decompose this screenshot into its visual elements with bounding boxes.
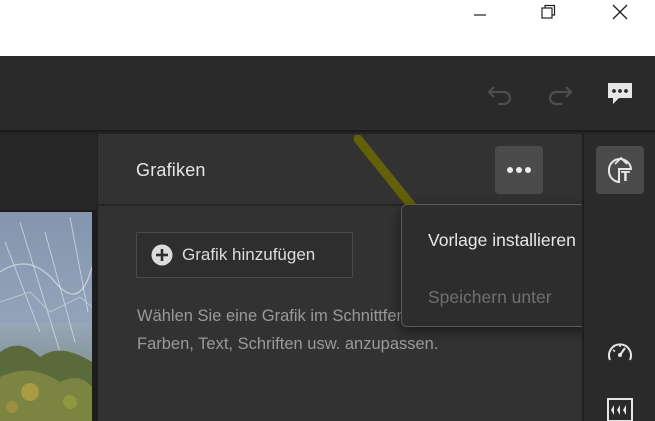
undo-button[interactable] (484, 78, 516, 110)
video-preview-image[interactable] (0, 212, 92, 421)
preview-area (0, 134, 97, 421)
right-tool-rail: T (582, 134, 655, 421)
add-graphic-label: Grafik hinzufügen (182, 245, 316, 264)
minimize-button[interactable] (457, 0, 503, 24)
close-button[interactable] (597, 0, 643, 24)
preview-header (0, 134, 97, 210)
description-line: Farben, Text, Schriften usw. anzupassen. (137, 335, 439, 353)
panel-header: Grafiken (98, 134, 583, 206)
graphics-tool-button[interactable]: T (596, 146, 644, 194)
feedback-button[interactable] (603, 78, 637, 110)
feedback-icon (608, 83, 632, 104)
audio-tool-button[interactable] (606, 396, 634, 421)
plus-circle-icon (151, 244, 173, 266)
speed-tool-button[interactable] (606, 339, 634, 367)
top-toolbar (0, 56, 655, 132)
redo-icon (548, 86, 573, 106)
add-graphic-button[interactable]: Grafik hinzufügen (136, 232, 353, 278)
more-icon (507, 167, 531, 173)
undo-icon (487, 86, 512, 106)
menu-item-save-as[interactable]: Speichern unter (428, 287, 552, 308)
svg-text:T: T (621, 170, 630, 185)
landscape-image (0, 212, 92, 421)
audio-track-icon (607, 398, 633, 421)
window-titlebar (0, 0, 655, 56)
menu-item-install-template[interactable]: Vorlage installieren (428, 230, 576, 251)
more-options-button[interactable] (495, 146, 543, 194)
speed-icon (608, 343, 632, 361)
close-icon (612, 4, 628, 20)
redo-button[interactable] (544, 78, 576, 110)
graphics-icon: T (607, 156, 633, 185)
panel-title: Grafiken (136, 160, 206, 180)
minimize-icon (474, 14, 486, 16)
restore-button[interactable] (525, 0, 571, 24)
restore-icon (541, 4, 556, 19)
